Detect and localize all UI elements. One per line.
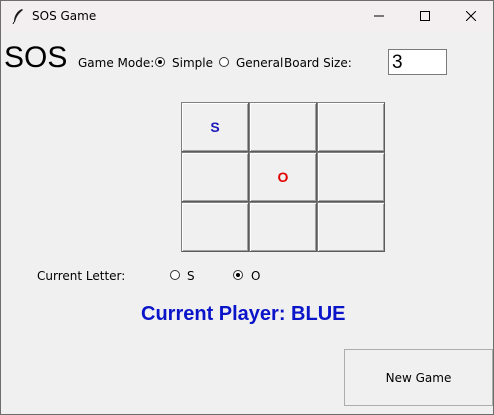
game-board: SO <box>181 102 386 254</box>
title-bar[interactable]: SOS Game <box>1 1 493 32</box>
window-title: SOS Game <box>32 9 97 23</box>
letter-s-label[interactable]: S <box>187 270 195 282</box>
client-area: SOS Game Mode: Simple General Board Size… <box>1 32 493 414</box>
board-cell[interactable] <box>317 152 385 202</box>
current-player-status: Current Player: BLUE <box>141 303 346 325</box>
letter-s-radio[interactable] <box>170 270 180 280</box>
board-cell[interactable] <box>249 202 317 252</box>
current-letter-label: Current Letter: <box>37 269 126 283</box>
new-game-button[interactable]: New Game <box>344 349 493 406</box>
game-mode-label: Game Mode: <box>78 56 155 70</box>
letter-o-label[interactable]: O <box>251 270 260 282</box>
simple-mode-radio[interactable] <box>155 57 165 67</box>
maximize-icon <box>420 11 430 21</box>
board-cell[interactable]: O <box>249 152 317 202</box>
app-window: SOS Game SOS Game Mode: Simple General B… <box>0 0 494 415</box>
letter-o-radio[interactable] <box>233 270 243 280</box>
close-button[interactable] <box>448 1 494 32</box>
sos-logo: SOS <box>4 41 68 74</box>
board-size-label: Board Size: <box>284 56 352 70</box>
close-icon <box>466 11 476 21</box>
board-cell[interactable] <box>317 102 385 152</box>
board-cell[interactable] <box>181 202 249 252</box>
minimize-button[interactable] <box>356 1 402 32</box>
board-cell[interactable] <box>249 102 317 152</box>
minimize-icon <box>374 15 384 17</box>
board-cell[interactable] <box>317 202 385 252</box>
board-cell[interactable] <box>181 152 249 202</box>
general-mode-radio[interactable] <box>219 57 229 67</box>
maximize-button[interactable] <box>402 1 448 32</box>
simple-mode-label[interactable]: Simple <box>172 57 213 69</box>
board-cell[interactable]: S <box>181 102 249 152</box>
board-size-input[interactable]: 3 <box>388 49 447 75</box>
feather-icon <box>12 9 23 24</box>
general-mode-label[interactable]: General <box>236 57 283 69</box>
